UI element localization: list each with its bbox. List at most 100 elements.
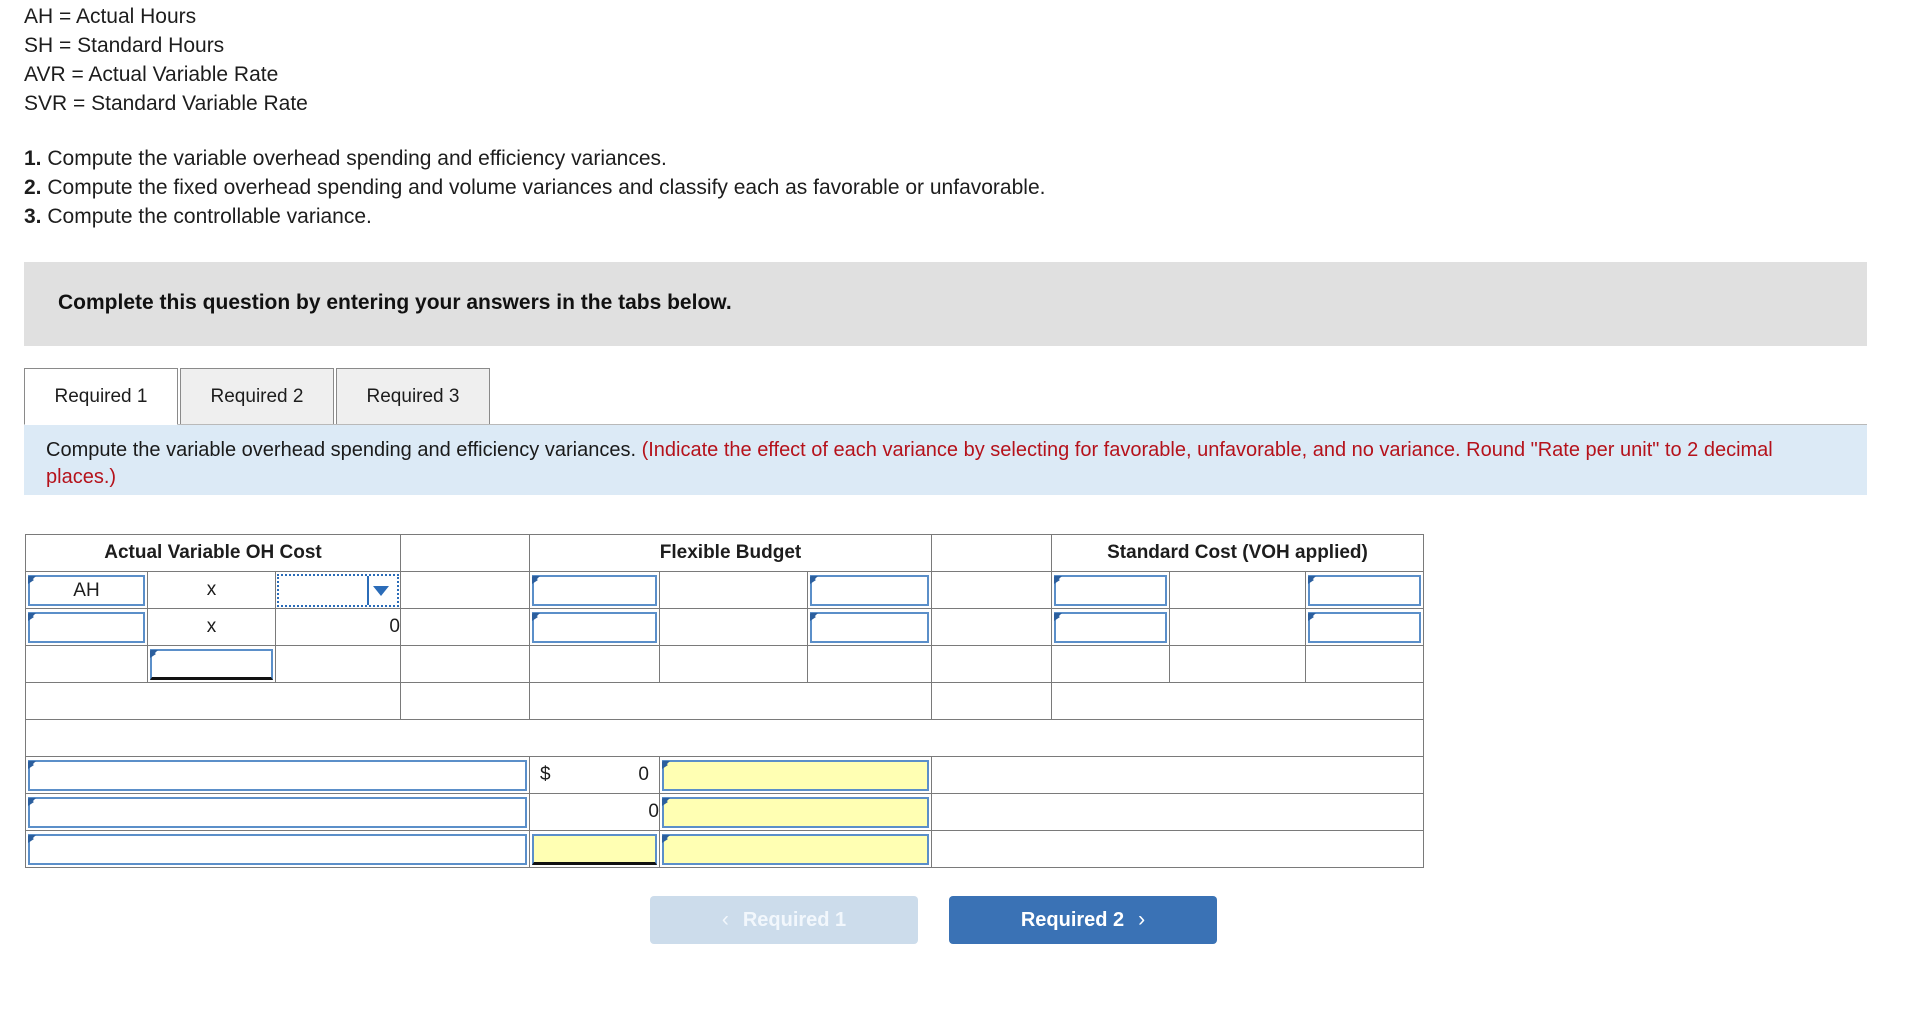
cell-summary-pad-3	[931, 830, 1424, 868]
tab-required-1[interactable]: Required 1	[24, 368, 178, 425]
variance-worksheet: Actual Variable OH Cost Flexible Budget …	[25, 534, 1424, 868]
cell-flex-r1-c1[interactable]	[529, 571, 660, 609]
input-actual-ah-value: AH	[73, 579, 100, 601]
cell-std-r2-c3[interactable]	[1305, 608, 1424, 646]
input-actual-hours[interactable]	[28, 611, 145, 643]
tab-required-1-label: Required 1	[54, 385, 148, 407]
input-summary-label-3[interactable]	[28, 833, 527, 865]
cell-actual-sh[interactable]	[25, 608, 148, 646]
instructions-banner: Complete this question by entering your …	[24, 262, 1867, 346]
definition-svr: SVR = Standard Variable Rate	[24, 92, 308, 115]
input-std-r2-c3[interactable]	[1308, 611, 1421, 643]
subtotal-std-blank	[1051, 682, 1424, 720]
chevron-down-icon	[373, 585, 389, 596]
worksheet-header-row: Actual Variable OH Cost Flexible Budget …	[25, 534, 1424, 572]
comment-flag-icon	[28, 797, 36, 806]
cell-std-r3-c2	[1169, 645, 1306, 683]
cell-summary-effect-3[interactable]	[659, 830, 932, 868]
cell-actual-r3-c2[interactable]	[147, 645, 276, 683]
cell-flex-r1-c3[interactable]	[807, 571, 932, 609]
input-flex-r2-c3[interactable]	[810, 611, 929, 643]
cell-actual-r3-c3	[275, 645, 401, 683]
input-std-r2-c1[interactable]	[1054, 611, 1167, 643]
next-required-label: Required 2	[1020, 908, 1125, 931]
worksheet-summary-row-2: 0	[25, 793, 1424, 831]
spacer-cell-7	[400, 645, 530, 683]
worksheet-spacer-row	[25, 719, 1424, 757]
dropdown-summary-effect-2[interactable]	[662, 796, 929, 828]
header-actual-variable-oh-cost: Actual Variable OH Cost	[25, 534, 401, 572]
previous-required-label: Required 1	[742, 908, 847, 931]
input-summary-label-1[interactable]	[28, 759, 527, 791]
cell-flex-r2-c3[interactable]	[807, 608, 932, 646]
comment-flag-icon	[1308, 612, 1316, 621]
cell-summary-amount-1: $ 0	[529, 756, 660, 794]
input-actual-ah[interactable]: AH	[28, 574, 145, 606]
definition-ah: AH = Actual Hours	[24, 5, 197, 28]
dropdown-actual-rate[interactable]	[277, 573, 399, 607]
instruction-panel: Compute the variable overhead spending a…	[24, 425, 1867, 495]
cell-actual-result: 0	[275, 608, 401, 646]
worksheet-row-3	[25, 645, 1424, 683]
definition-sh: SH = Standard Hours	[24, 34, 225, 57]
cell-actual-rate-dropdown[interactable]	[275, 571, 401, 609]
input-flex-r1-c1[interactable]	[532, 574, 657, 606]
next-required-button[interactable]: Required 2 ›	[949, 896, 1217, 944]
requirements-list: 1. Compute the variable overhead spendin…	[24, 144, 1045, 231]
cell-std-r1-c3[interactable]	[1305, 571, 1424, 609]
tab-required-2[interactable]: Required 2	[180, 368, 334, 425]
cell-summary-pad-1	[931, 756, 1424, 794]
requirement-3-number: 3.	[24, 205, 42, 228]
header-standard-cost: Standard Cost (VOH applied)	[1051, 534, 1424, 572]
chevron-left-icon: ‹	[721, 908, 729, 931]
cell-summary-pad-2	[931, 793, 1424, 831]
cell-summary-label-3[interactable]	[25, 830, 530, 868]
instruction-black-text: Compute the variable overhead spending a…	[46, 439, 636, 461]
subtotal-yellow-1[interactable]	[400, 682, 530, 720]
input-summary-label-2[interactable]	[28, 796, 527, 828]
cell-summary-effect-1[interactable]	[659, 756, 932, 794]
cell-flex-r1-c2	[659, 571, 808, 609]
dropdown-summary-effect-1[interactable]	[662, 759, 929, 791]
cell-actual-ah[interactable]: AH	[25, 571, 148, 609]
requirement-3: 3. Compute the controllable variance.	[24, 202, 1045, 231]
cell-std-r2-c2	[1169, 608, 1306, 646]
input-summary-amount-3[interactable]	[532, 833, 657, 865]
cell-summary-label-2[interactable]	[25, 793, 530, 831]
cell-summary-amount-2: 0	[529, 793, 660, 831]
worksheet-summary-row-1: $ 0	[25, 756, 1424, 794]
comment-flag-icon	[28, 612, 36, 621]
cell-summary-amount-3[interactable]	[529, 830, 660, 868]
required-tabs: Required 1 Required 2 Required 3	[24, 368, 1867, 426]
input-flex-r2-c1[interactable]	[532, 611, 657, 643]
cell-flex-r2-c1[interactable]	[529, 608, 660, 646]
comment-flag-icon	[810, 575, 818, 584]
subtotal-yellow-2[interactable]	[931, 682, 1052, 720]
input-std-r1-c1[interactable]	[1054, 574, 1167, 606]
instructions-banner-text: Complete this question by entering your …	[58, 291, 732, 314]
comment-flag-icon	[28, 575, 36, 584]
comment-flag-icon	[662, 797, 670, 806]
comment-flag-icon	[662, 834, 670, 843]
cell-std-r1-c1[interactable]	[1051, 571, 1170, 609]
summary-currency-symbol-1: $	[540, 764, 551, 785]
dropdown-summary-effect-3[interactable]	[662, 833, 929, 865]
input-std-r1-c3[interactable]	[1308, 574, 1421, 606]
comment-flag-icon	[1308, 575, 1316, 584]
cell-flex-r2-c2	[659, 608, 808, 646]
cell-std-r3-c3	[1305, 645, 1424, 683]
comment-flag-icon	[810, 612, 818, 621]
requirement-2-text: Compute the fixed overhead spending and …	[41, 176, 1046, 199]
cell-summary-effect-2[interactable]	[659, 793, 932, 831]
tab-required-3[interactable]: Required 3	[336, 368, 490, 425]
cell-summary-label-1[interactable]	[25, 756, 530, 794]
cell-std-r2-c1[interactable]	[1051, 608, 1170, 646]
summary-amount-1: 0	[638, 764, 649, 785]
input-actual-total[interactable]	[150, 648, 273, 680]
dropdown-divider	[367, 575, 369, 605]
input-flex-r1-c3[interactable]	[810, 574, 929, 606]
previous-required-button[interactable]: ‹ Required 1	[650, 896, 918, 944]
operator-multiply-1: x	[206, 579, 217, 600]
requirement-1: 1. Compute the variable overhead spendin…	[24, 144, 1045, 173]
worksheet-row-1: AH x	[25, 571, 1424, 609]
